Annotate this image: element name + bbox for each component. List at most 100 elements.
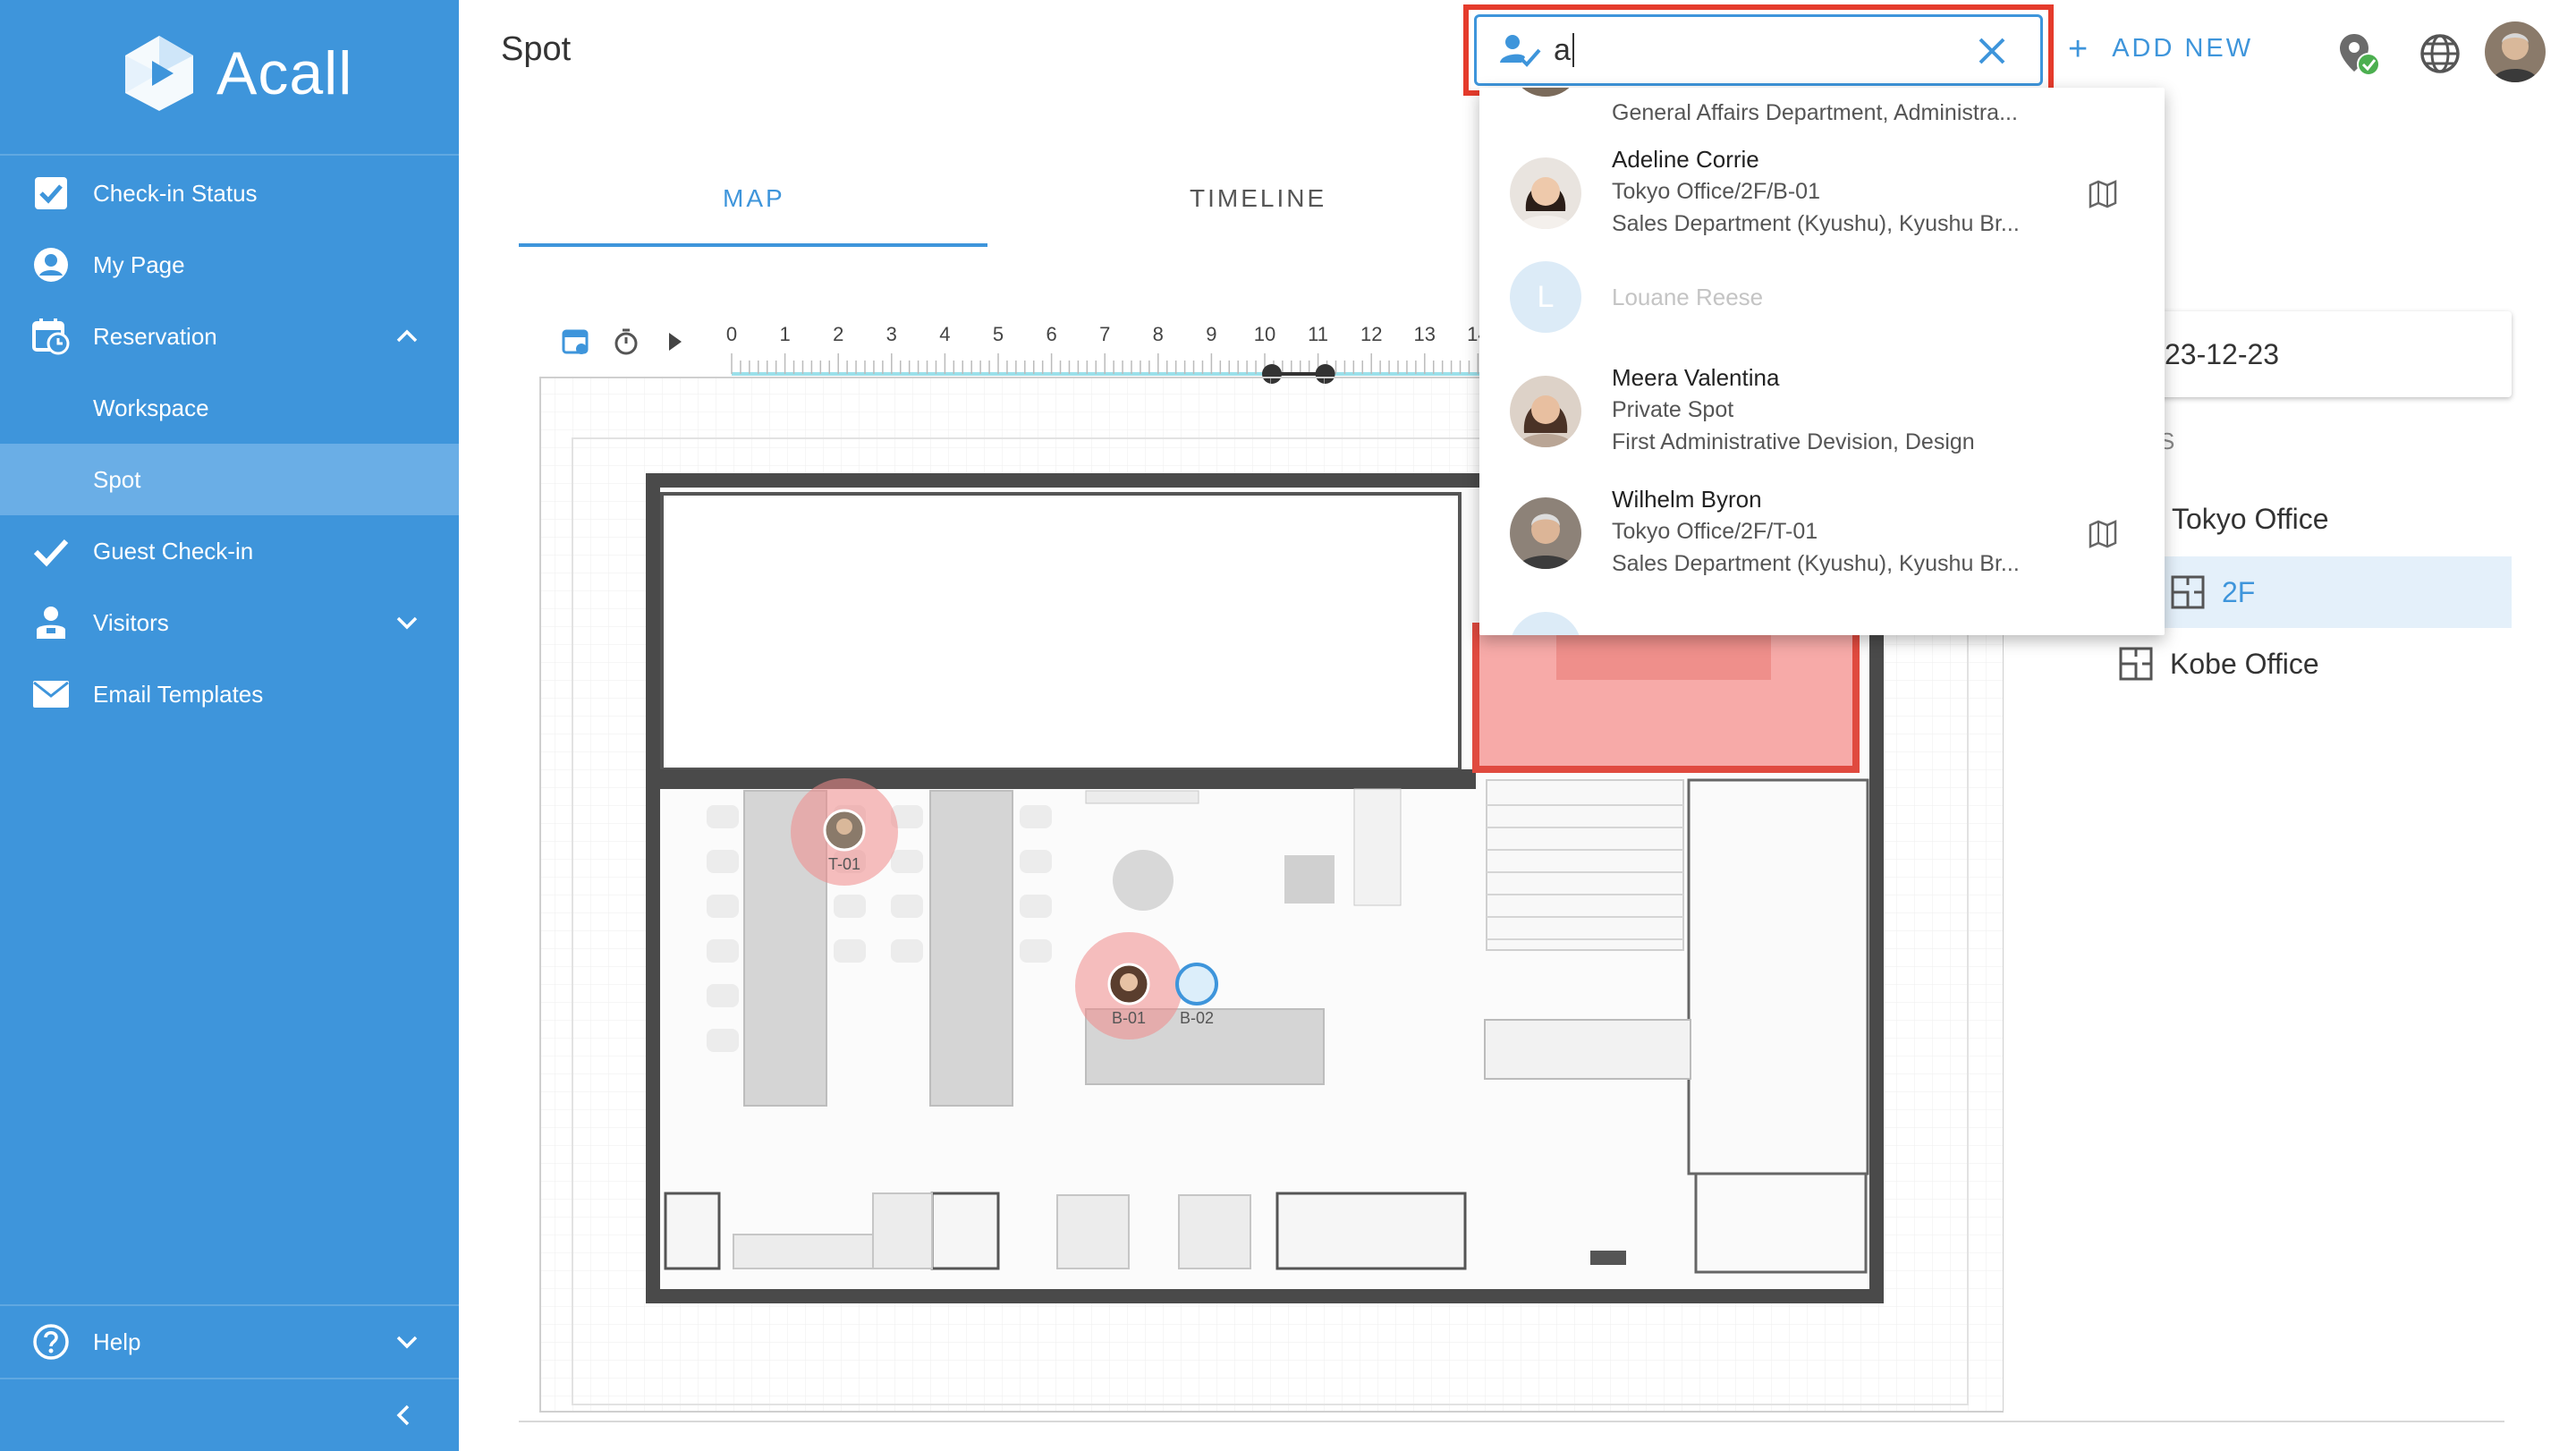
search-result-item[interactable]: Adeline Corrie Tokyo Office/2F/B-01 Sale… <box>1479 143 2165 247</box>
interior-wall <box>653 769 1476 789</box>
floorplan-icon <box>2119 647 2153 681</box>
result-detail: General Affairs Department, Administra..… <box>1612 100 2018 125</box>
sidebar-item-label: Guest Check-in <box>93 537 254 564</box>
result-location: Tokyo Office/2F/T-01 <box>1612 519 1818 544</box>
timeline-hour-label: 10 <box>1254 323 1275 345</box>
date-selector[interactable]: 23-12-23 <box>2129 311 2512 397</box>
search-result-item[interactable]: Meera Valentina Private Spot First Admin… <box>1479 361 2165 465</box>
checkbox-icon <box>32 174 70 212</box>
search-result-item[interactable]: Wilhelm Byron Tokyo Office/2F/T-01 Sales… <box>1479 483 2165 587</box>
sidebar-item-label: My Page <box>93 250 185 278</box>
result-text: Louane Reese <box>1612 281 2059 313</box>
result-location: Tokyo Office/2F/B-01 <box>1612 179 1820 204</box>
sidebar-item-email-templates[interactable]: Email Templates <box>0 658 459 730</box>
question-circle-icon <box>32 1323 70 1361</box>
content-bottom-divider <box>519 1421 2504 1422</box>
sidebar-divider <box>0 1378 459 1379</box>
result-text: Wilhelm Byron Tokyo Office/2F/T-01 Sales… <box>1612 483 2059 580</box>
seat-b-01[interactable]: B-01 <box>1075 932 1182 1039</box>
seat-b-02[interactable]: B-02 <box>1175 963 1218 1027</box>
cabinet <box>1353 788 1402 906</box>
result-name: Adeline Corrie <box>1612 146 1759 173</box>
shelf <box>1085 790 1199 804</box>
round-table <box>1113 850 1174 911</box>
search-result-item[interactable]: General Affairs Department, Administra..… <box>1479 88 2165 125</box>
seat-t-01[interactable]: T-01 <box>791 778 898 886</box>
add-new-button[interactable]: + ADD NEW <box>2068 30 2253 68</box>
visitor-icon <box>32 604 70 641</box>
search-results-dropdown: General Affairs Department, Administra..… <box>1479 88 2165 635</box>
result-avatar <box>1510 376 1581 447</box>
user-search-input[interactable]: a <box>1474 14 2043 86</box>
clear-search-icon[interactable] <box>1976 35 2008 67</box>
app-name: Acall <box>216 39 353 107</box>
user-avatar[interactable] <box>2485 21 2546 82</box>
collapse-sidebar-icon[interactable] <box>385 1397 420 1433</box>
calendar-icon[interactable] <box>562 329 589 354</box>
result-name: Meera Valentina <box>1612 364 1780 391</box>
result-department: Sales Department (Kyushu), Kyushu Br... <box>1612 211 2020 236</box>
location-check-icon[interactable] <box>2336 30 2383 77</box>
sidebar-item-guest-check-in[interactable]: Guest Check-in <box>0 515 459 587</box>
sidebar: Acall Check-in Status My Page Reservatio… <box>0 0 459 1451</box>
timeline-hour-label: 13 <box>1414 323 1436 345</box>
timeline-hour-label: 6 <box>1046 323 1056 345</box>
sidebar-subitem-spot[interactable]: Spot <box>0 444 459 515</box>
search-result-item-partial[interactable] <box>1479 612 2165 635</box>
tab-map[interactable]: MAP <box>723 184 785 213</box>
location-kobe-office[interactable]: Kobe Office <box>2111 628 2512 700</box>
location-tokyo-office[interactable]: Tokyo Office <box>2111 483 2512 555</box>
seat-label: B-02 <box>1180 1009 1214 1027</box>
plus-icon: + <box>2068 30 2091 68</box>
map-marker-icon[interactable] <box>2088 179 2118 209</box>
app-logo[interactable]: Acall <box>118 32 352 115</box>
location-label: 2F <box>2222 575 2256 608</box>
timeline-hour-label: 5 <box>993 323 1004 345</box>
app-root: Acall Check-in Status My Page Reservatio… <box>0 0 2576 1451</box>
result-avatar <box>1510 612 1581 635</box>
search-input-value[interactable]: a <box>1554 33 1571 68</box>
result-text: General Affairs Department, Administra..… <box>1612 97 2059 129</box>
seat-label: T-01 <box>828 855 860 873</box>
stopwatch-icon[interactable] <box>614 328 638 355</box>
sidebar-item-visitors[interactable]: Visitors <box>0 587 459 658</box>
globe-icon[interactable] <box>2417 30 2463 77</box>
sidebar-divider <box>0 154 459 156</box>
sidebar-subitem-workspace[interactable]: Workspace <box>0 372 459 444</box>
envelope-icon <box>32 675 70 713</box>
timeline-hour-label: 0 <box>726 323 737 345</box>
chevron-down-icon[interactable] <box>393 608 421 637</box>
location-floor-2f[interactable]: 2F <box>2111 556 2512 628</box>
result-department: First Administrative Devision, Design <box>1612 429 1975 454</box>
sidebar-item-check-in-status[interactable]: Check-in Status <box>0 157 459 229</box>
result-text: Adeline Corrie Tokyo Office/2F/B-01 Sale… <box>1612 143 2059 240</box>
result-name: Wilhelm Byron <box>1612 486 1762 513</box>
play-icon[interactable] <box>669 333 682 351</box>
timeline-hour-label: 3 <box>886 323 897 345</box>
page-title: Spot <box>501 30 572 68</box>
large-room <box>660 492 1462 771</box>
seat-label: B-01 <box>1112 1009 1146 1027</box>
sidebar-nav: Check-in Status My Page Reservation Work… <box>0 157 459 730</box>
timeline-hour-label: 12 <box>1360 323 1382 345</box>
chevron-down-icon[interactable] <box>393 1328 421 1356</box>
timeline-hour-label: 1 <box>779 323 790 345</box>
sidebar-item-label: Check-in Status <box>93 179 258 207</box>
avatar-image <box>2485 21 2546 82</box>
calendar-clock-icon <box>32 318 70 355</box>
tab-timeline[interactable]: TIMELINE <box>1190 184 1326 213</box>
meeting-table <box>1484 1019 1691 1080</box>
chevron-up-icon[interactable] <box>393 322 421 351</box>
sidebar-item-help[interactable]: Help <box>0 1306 459 1378</box>
timeline-hour-label: 2 <box>833 323 843 345</box>
map-marker-icon[interactable] <box>2088 519 2118 549</box>
sidebar-help: Help <box>0 1306 459 1378</box>
sidebar-item-my-page[interactable]: My Page <box>0 229 459 301</box>
avatar-initial: L <box>1537 279 1555 314</box>
restroom <box>1687 778 1869 1175</box>
acall-logo-icon <box>125 36 193 111</box>
sidebar-item-reservation[interactable]: Reservation <box>0 301 459 372</box>
timeline-ruler[interactable]: 0 1 2 3 4 5 6 7 8 9 10 11 12 13 14 <box>726 323 1489 384</box>
text-caret <box>1572 33 1574 67</box>
active-tab-indicator <box>519 243 987 247</box>
